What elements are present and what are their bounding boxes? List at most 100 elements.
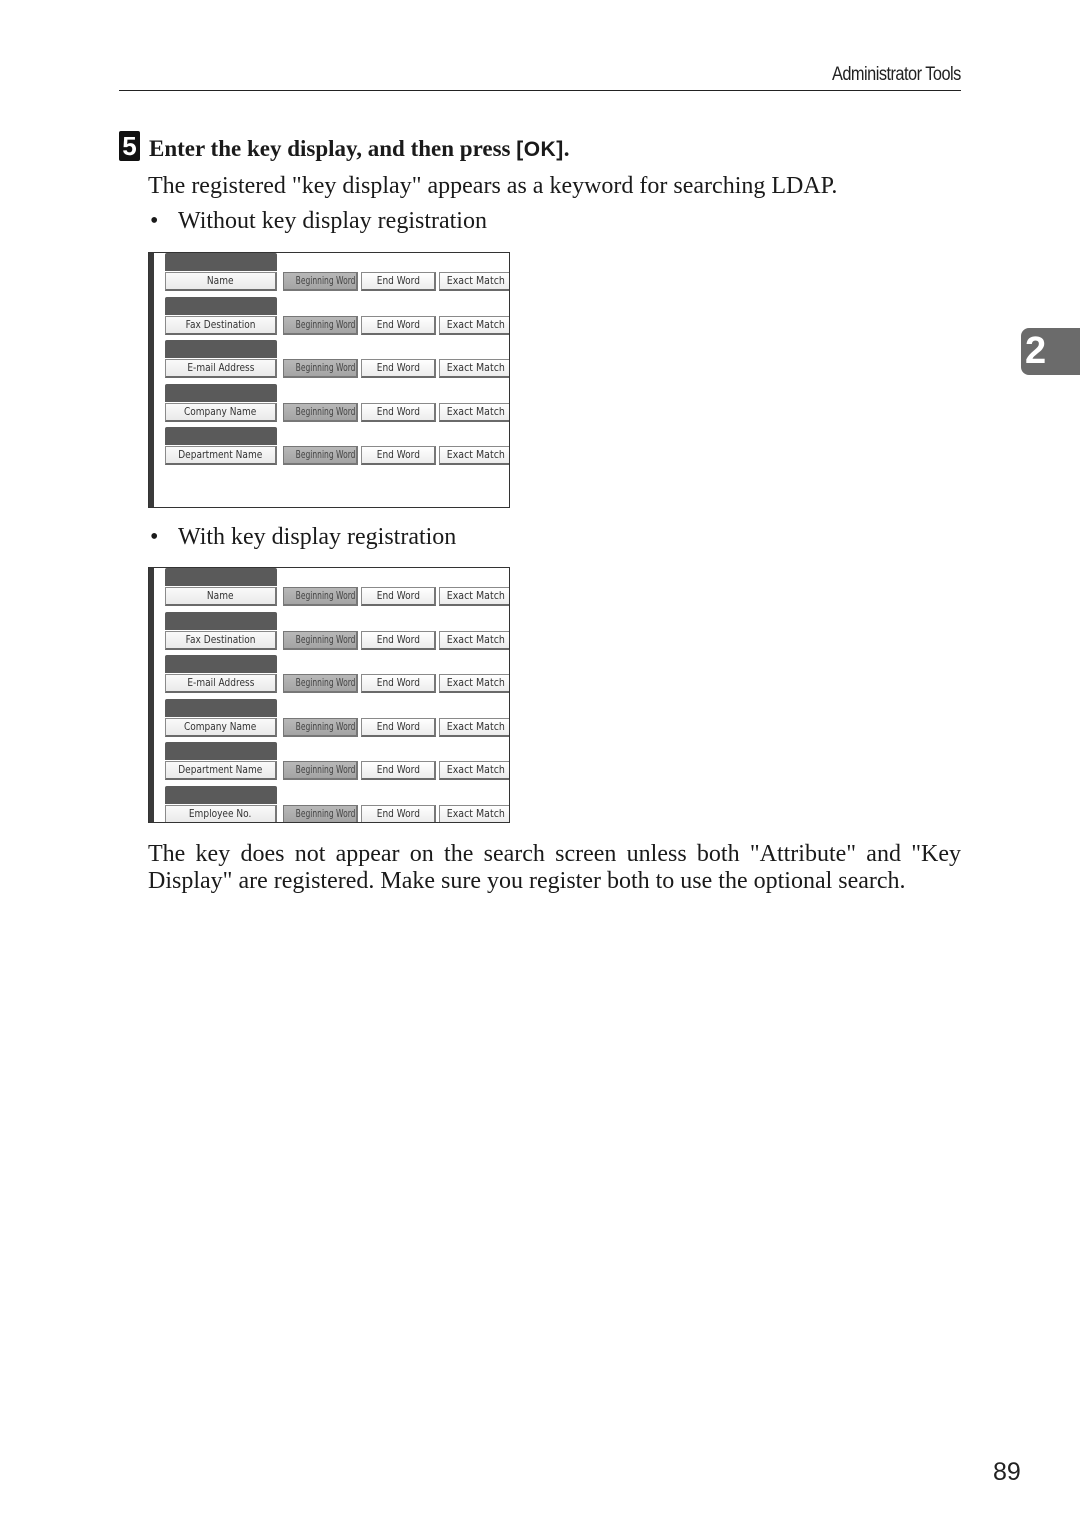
beginning-word-button[interactable]: Beginning Word <box>283 717 358 737</box>
step-description: The registered "key display" appears as … <box>148 173 838 199</box>
key-display-field <box>165 340 277 358</box>
exact-match-button[interactable]: Exact Match <box>439 315 509 335</box>
end-word-button[interactable]: End Word <box>361 315 436 335</box>
match-option-label: Beginning Word <box>295 677 356 689</box>
search-row: Fax Destination Beginning Word End Word Exa… <box>165 296 509 341</box>
key-display-field <box>165 742 277 760</box>
exact-match-button[interactable]: Exact Match <box>439 804 509 822</box>
exact-match-button[interactable]: Exact Match <box>439 587 509 606</box>
end-word-button[interactable]: End Word <box>361 359 436 378</box>
match-option-label: End Word <box>376 589 420 602</box>
screenshot-with-key-display: Name Beginning Word End Word Exact Match Fax… <box>148 567 510 823</box>
beginning-word-button[interactable]: Beginning Word <box>283 804 358 822</box>
beginning-word-button[interactable]: Beginning Word <box>283 630 358 650</box>
match-option-label: Beginning Word <box>295 275 356 287</box>
match-option-label: Exact Match <box>446 448 506 461</box>
attribute-label: Fax Destination <box>185 632 256 646</box>
match-option-label: Exact Match <box>446 676 506 689</box>
key-display-field <box>165 698 277 717</box>
exact-match-button[interactable]: Exact Match <box>439 717 509 737</box>
match-option-label: End Word <box>376 763 420 776</box>
end-word-button[interactable]: End Word <box>361 272 436 291</box>
beginning-word-button[interactable]: Beginning Word <box>283 272 358 291</box>
attribute-button[interactable]: Fax Destination <box>165 630 277 650</box>
bullet-icon: • <box>150 524 159 550</box>
beginning-word-button[interactable]: Beginning Word <box>283 402 358 422</box>
step-title-text: Enter the key display, and then press <box>149 136 517 161</box>
end-word-button[interactable]: End Word <box>361 587 436 606</box>
search-row: Company Name Beginning Word End Word Exact … <box>165 698 509 743</box>
search-row: E-mail Address Beginning Word End Word Exac… <box>165 340 509 384</box>
attribute-button[interactable]: Department Name <box>165 446 277 465</box>
attribute-label: Company Name <box>184 719 257 733</box>
beginning-word-button[interactable]: Beginning Word <box>283 446 358 465</box>
search-row: E-mail Address Beginning Word End Word Exac… <box>165 655 509 699</box>
beginning-word-button[interactable]: Beginning Word <box>283 315 358 335</box>
match-option-label: End Word <box>376 676 420 689</box>
attribute-button[interactable]: Department Name <box>165 761 277 780</box>
end-word-button[interactable]: End Word <box>361 761 436 780</box>
attribute-button[interactable]: Name <box>165 587 277 606</box>
key-display-field <box>165 383 277 402</box>
chapter-tab: 2 <box>1021 328 1080 375</box>
end-word-button[interactable]: End Word <box>361 630 436 650</box>
search-row: Name Beginning Word End Word Exact Match <box>165 568 509 612</box>
attribute-label: Name <box>207 589 234 602</box>
attribute-label: Company Name <box>184 404 257 418</box>
match-option-label: Exact Match <box>446 361 506 374</box>
match-option-label: Beginning Word <box>295 720 356 733</box>
match-option-label: Beginning Word <box>295 405 356 418</box>
step-number-icon: 5 <box>119 131 140 161</box>
end-word-button[interactable]: End Word <box>361 717 436 737</box>
screenshot-without-key-display: Name Beginning Word End Word Exact Match Fax… <box>148 252 510 508</box>
exact-match-button[interactable]: Exact Match <box>439 359 509 378</box>
bullet-icon: • <box>150 208 159 234</box>
exact-match-button[interactable]: Exact Match <box>439 446 509 465</box>
beginning-word-button[interactable]: Beginning Word <box>283 674 358 693</box>
match-option-label: Exact Match <box>446 589 506 602</box>
match-option-label: Beginning Word <box>295 362 356 374</box>
beginning-word-button[interactable]: Beginning Word <box>283 587 358 606</box>
match-option-label: End Word <box>376 274 420 287</box>
note-paragraph: The key does not appear on the search sc… <box>148 841 961 894</box>
step-title: Enter the key display, and then press [O… <box>149 136 569 162</box>
attribute-label: E-mail Address <box>186 676 255 689</box>
key-display-field <box>165 253 277 271</box>
attribute-button[interactable]: Fax Destination <box>165 315 277 335</box>
match-option-label: End Word <box>376 632 420 646</box>
end-word-button[interactable]: End Word <box>361 402 436 422</box>
exact-match-button[interactable]: Exact Match <box>439 674 509 693</box>
key-display-field <box>165 296 277 315</box>
attribute-label: Fax Destination <box>185 317 256 331</box>
page-number: 89 <box>993 1458 1021 1486</box>
beginning-word-button[interactable]: Beginning Word <box>283 359 358 378</box>
attribute-button[interactable]: E-mail Address <box>165 674 277 693</box>
match-option-label: End Word <box>376 448 420 461</box>
bullet-with-key-display: • With key display registration <box>150 524 456 551</box>
exact-match-button[interactable]: Exact Match <box>439 402 509 422</box>
exact-match-button[interactable]: Exact Match <box>439 761 509 780</box>
match-option-label: Exact Match <box>446 274 506 287</box>
match-option-label: Beginning Word <box>295 807 356 820</box>
end-word-button[interactable]: End Word <box>361 446 436 465</box>
match-option-label: Exact Match <box>446 317 506 331</box>
attribute-button[interactable]: Company Name <box>165 402 277 422</box>
bullet-without-key-display: • Without key display registration <box>150 208 487 235</box>
end-word-button[interactable]: End Word <box>361 804 436 822</box>
attribute-button[interactable]: Name <box>165 272 277 291</box>
match-option-label: Beginning Word <box>295 633 356 646</box>
attribute-button[interactable]: Employee No. <box>165 804 277 822</box>
match-option-label: End Word <box>376 806 420 820</box>
match-option-label: Exact Match <box>446 763 506 776</box>
search-row: Department Name Beginning Word End Word Exa… <box>165 742 509 786</box>
attribute-button[interactable]: Company Name <box>165 717 277 737</box>
beginning-word-button[interactable]: Beginning Word <box>283 761 358 780</box>
end-word-button[interactable]: End Word <box>361 674 436 693</box>
ok-key-label: [OK] <box>516 138 564 161</box>
match-option-label: Exact Match <box>446 632 506 646</box>
exact-match-button[interactable]: Exact Match <box>439 630 509 650</box>
attribute-label: Employee No. <box>189 806 252 820</box>
attribute-button[interactable]: E-mail Address <box>165 359 277 378</box>
key-display-field <box>165 785 277 804</box>
exact-match-button[interactable]: Exact Match <box>439 272 509 291</box>
